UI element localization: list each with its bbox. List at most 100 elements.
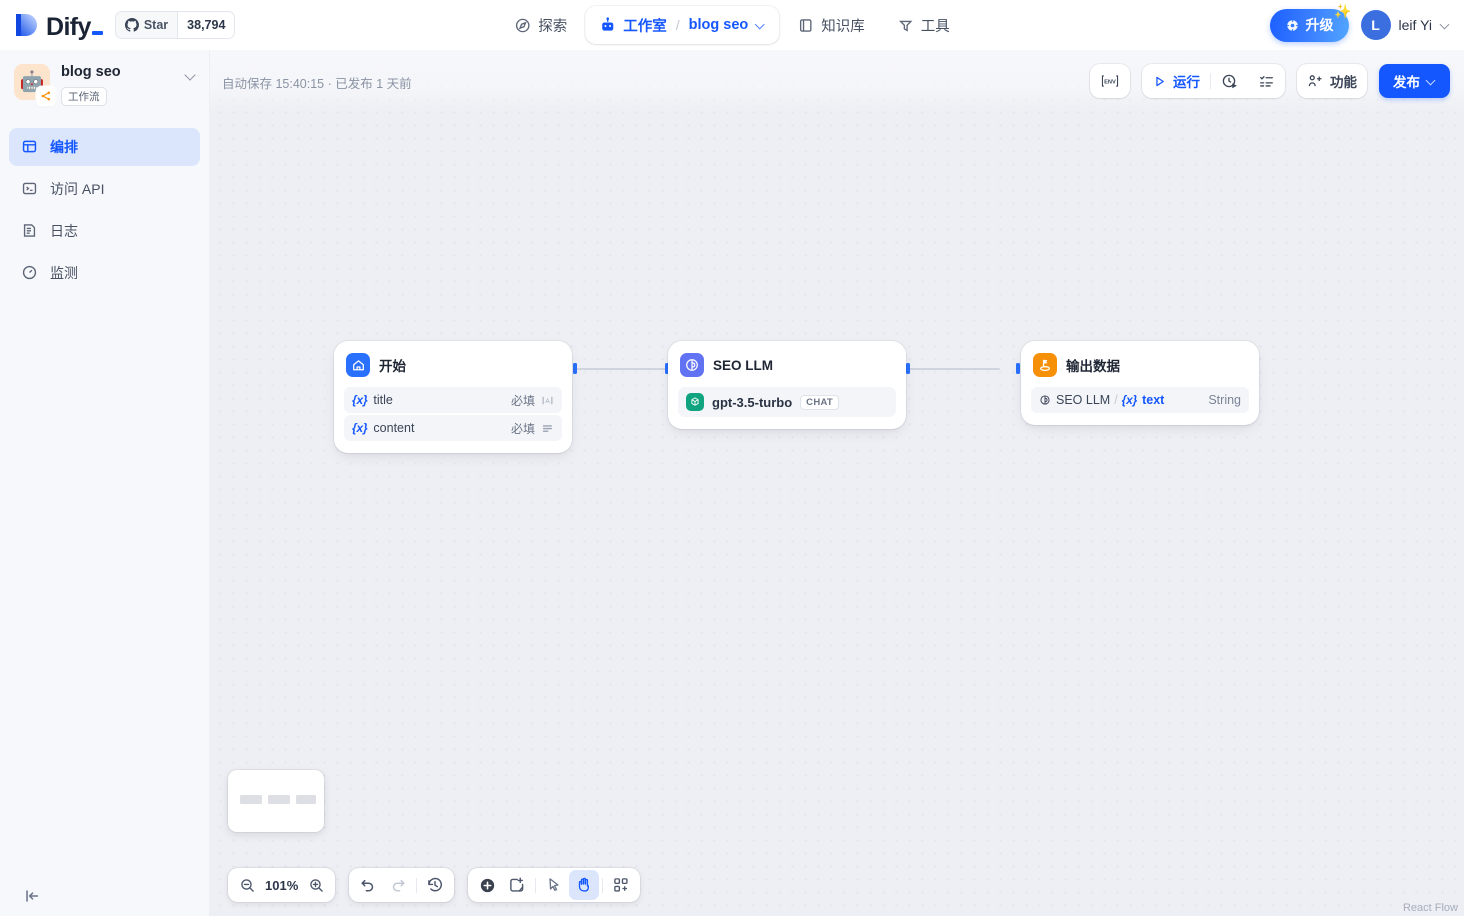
logo-cursor [91, 31, 103, 35]
publish-chevron-down-icon[interactable] [1426, 76, 1436, 86]
zoom-out-icon[interactable] [232, 870, 262, 900]
variable-name: content [373, 421, 415, 435]
sidebar-item-orchestrate[interactable]: 编排 [9, 127, 200, 166]
node-end-title: 输出数据 [1066, 359, 1120, 374]
logs-icon [20, 222, 38, 240]
app-chevron-down-icon[interactable] [183, 68, 197, 82]
user-menu[interactable]: L leif Yi [1360, 10, 1450, 40]
variable-name: title [373, 393, 393, 407]
chevron-down-icon[interactable] [755, 20, 765, 30]
edge-llm-to-end[interactable] [909, 368, 1000, 370]
github-star-pill[interactable]: Star 38,794 [114, 11, 236, 39]
header-nav: 探索 工作室 / blog seo 知识库 工具 [500, 0, 964, 50]
app-icon-wrap: 🤖 [14, 64, 55, 105]
node-start-body: {x} title 必填 A {x} content 必填 [344, 387, 562, 441]
layout-icon [20, 138, 38, 156]
sidebar-item-logs[interactable]: 日志 [9, 212, 200, 250]
home-icon [346, 353, 370, 377]
star-label: Star [143, 18, 169, 32]
workflow-canvas[interactable]: 自动保存 15:40:15 · 已发布 1 天前 ENV 运行 功能 发布 开始… [210, 50, 1464, 916]
bottom-controls: 101% [228, 868, 641, 902]
breadcrumb-current-app[interactable]: blog seo [689, 17, 749, 33]
run-history-button[interactable] [1211, 64, 1248, 98]
app-type-badge: 工作流 [61, 86, 107, 106]
zoom-in-icon[interactable] [301, 870, 331, 900]
nav-knowledge[interactable]: 知识库 [783, 6, 879, 44]
edge-start-to-llm[interactable] [576, 368, 666, 370]
collapse-sidebar-icon[interactable] [22, 886, 42, 906]
nav-explore[interactable]: 探索 [500, 6, 581, 44]
control-divider [535, 877, 537, 893]
handle-start-out[interactable] [573, 363, 577, 374]
env-card: ENV [1090, 64, 1130, 98]
node-start[interactable]: 开始 {x} title 必填 A {x} content 必填 [334, 341, 572, 453]
features-button[interactable]: 功能 [1297, 64, 1367, 98]
output-separator: / [1114, 393, 1118, 407]
sidebar-item-logs-label: 日志 [50, 222, 78, 239]
features-card: 功能 [1297, 64, 1367, 98]
publish-button[interactable]: 发布 [1379, 64, 1450, 98]
node-start-var-content[interactable]: {x} content 必填 [344, 415, 562, 441]
node-llm-model-row[interactable]: gpt-3.5-turbo CHAT [678, 387, 896, 417]
header-right: 升级 ✨ L leif Yi [1269, 0, 1450, 50]
dify-logo-mark [14, 10, 40, 40]
sparkle-icon: ✨ [1334, 2, 1352, 19]
handle-end-in[interactable] [1016, 363, 1020, 374]
add-circle-icon[interactable] [472, 870, 502, 900]
undo-icon[interactable] [353, 870, 383, 900]
hand-icon[interactable] [569, 870, 600, 900]
node-start-title: 开始 [379, 359, 406, 374]
variable-tag-icon: {x} [352, 393, 368, 407]
env-button[interactable]: ENV [1090, 64, 1130, 98]
node-output-data[interactable]: 输出数据 SEO LLM / {x} text String [1021, 341, 1259, 425]
node-llm-body: gpt-3.5-turbo CHAT [678, 387, 896, 417]
nav-tools[interactable]: 工具 [883, 6, 964, 44]
zoom-level[interactable]: 101% [262, 878, 301, 893]
output-type-label: String [1208, 393, 1241, 407]
upgrade-gem-icon [1285, 18, 1300, 33]
svg-text:ENV: ENV [1104, 79, 1116, 85]
nav-studio[interactable]: 工作室 / blog seo [585, 6, 780, 44]
sidebar-item-monitor-label: 监测 [50, 264, 78, 281]
control-divider [416, 877, 418, 893]
app-title: blog seo [61, 64, 121, 80]
checklist-button[interactable] [1248, 64, 1285, 98]
output-variable-name: text [1142, 393, 1165, 407]
required-label: 必填 [510, 393, 535, 408]
node-seo-llm[interactable]: SEO LLM gpt-3.5-turbo CHAT [668, 341, 906, 429]
cursor-icon[interactable] [539, 870, 569, 900]
star-count: 38,794 [177, 12, 235, 38]
redo-icon[interactable] [383, 870, 413, 900]
text-short-icon: A [541, 394, 554, 407]
minimap[interactable] [228, 770, 324, 832]
organize-blocks-icon[interactable] [606, 870, 636, 900]
history-control-card [349, 868, 455, 902]
history-icon[interactable] [420, 870, 450, 900]
sidebar-item-api-label: 访问 API [50, 180, 105, 197]
sidebar-item-api[interactable]: 访问 API [9, 170, 200, 208]
upgrade-button[interactable]: 升级 ✨ [1269, 4, 1352, 42]
sidebar-item-monitor[interactable]: 监测 [9, 254, 200, 292]
publish-label: 发布 [1393, 75, 1420, 90]
sidebar-app-header[interactable]: 🤖 blog seo 工作流 [0, 50, 209, 106]
user-chevron-down-icon[interactable] [1440, 20, 1450, 30]
node-end-header: 输出数据 [1031, 351, 1249, 377]
run-label: 运行 [1173, 75, 1200, 90]
dify-logo[interactable]: Dify [14, 10, 103, 40]
control-divider [602, 877, 604, 893]
react-flow-watermark[interactable]: React Flow [1403, 902, 1458, 914]
nav-knowledge-label: 知识库 [821, 18, 865, 35]
github-icon [124, 18, 139, 32]
nav-studio-label: 工作室 [623, 18, 667, 35]
star-left[interactable]: Star [116, 12, 177, 38]
book-icon [797, 17, 814, 34]
node-start-var-title[interactable]: {x} title 必填 A [344, 387, 562, 413]
sidebar-nav: 编排 访问 API 日志 监测 [0, 127, 209, 292]
handle-llm-out[interactable] [906, 363, 910, 374]
add-note-icon[interactable] [502, 870, 532, 900]
run-button[interactable]: 运行 [1142, 64, 1210, 98]
top-header: Dify Star 38,794 探索 工作室 / blog seo 知识库 工… [0, 0, 1464, 50]
autosave-status: 自动保存 15:40:15 · 已发布 1 天前 [222, 77, 412, 91]
sidebar-app-meta: blog seo 工作流 [61, 64, 172, 106]
node-end-output-row[interactable]: SEO LLM / {x} text String [1031, 387, 1249, 413]
